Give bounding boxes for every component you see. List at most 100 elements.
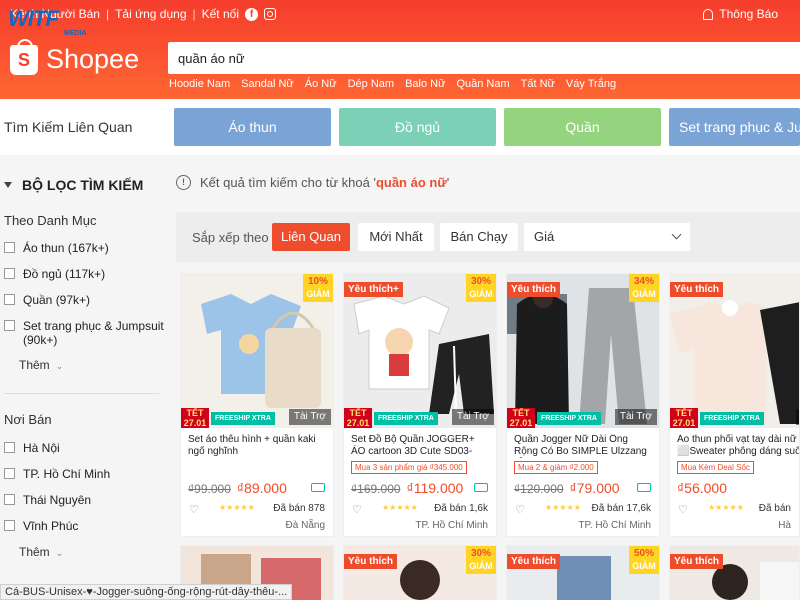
product-name[interactable]: Set Đồ Bộ Quần JOGGER+ ÁO cartoon 3D Cut…	[351, 434, 491, 458]
watermark-logo: WITF MEDIA	[2, 4, 98, 40]
suggestion-link[interactable]: Sandal Nữ	[241, 78, 294, 90]
search-suggestions: Hoodie Nam Sandal Nữ Áo Nữ Dép Nam Balo Nữ Qu…	[169, 78, 627, 90]
product-image[interactable]	[670, 274, 799, 428]
price-sort-select[interactable]: Giá	[524, 223, 690, 251]
checkbox[interactable]	[4, 442, 15, 453]
sold-count: Đã bán	[758, 503, 791, 514]
logo-text: Shopee	[46, 44, 140, 74]
heart-icon[interactable]: ♡	[515, 503, 525, 516]
related-pill-set-trang-phuc[interactable]: Set trang phục & Jumpsuit	[669, 108, 800, 146]
original-price: ₫120.000	[514, 482, 564, 496]
category-option[interactable]: Quần (97k+)	[4, 293, 164, 307]
category-section-title: Theo Danh Mục	[4, 213, 97, 228]
suggestion-link[interactable]: Hoodie Nam	[169, 78, 230, 90]
category-option[interactable]: Áo thun (167k+)	[4, 241, 164, 255]
discount-word: GIẢM	[306, 289, 330, 299]
seller-location: TP. Hồ Chí Minh	[578, 520, 651, 531]
checkbox[interactable]	[4, 242, 15, 253]
category-option[interactable]: Đồ ngủ (117k+)	[4, 267, 164, 281]
product-card[interactable]: Yêu thích 50% GIẢM	[506, 545, 660, 600]
checkbox[interactable]	[4, 494, 15, 505]
related-pill-ao-thun[interactable]: Áo thun	[174, 108, 331, 146]
product-card[interactable]: Yêu thích	[669, 545, 800, 600]
download-app-link[interactable]: Tải ứng dụng	[115, 7, 186, 21]
freeship-badge: FREESHIP XTRA	[211, 412, 275, 425]
checkbox[interactable]	[4, 520, 15, 531]
sort-newest-button[interactable]: Mới Nhất	[358, 223, 434, 251]
instagram-icon[interactable]	[263, 8, 276, 20]
favorite-badge: Yêu thích	[507, 282, 561, 297]
price-row: ₫169.000 ₫119.000	[351, 480, 463, 496]
discount-word: GIẢM	[469, 561, 493, 571]
related-pill-do-ngu[interactable]: Đồ ngủ	[339, 108, 496, 146]
product-name[interactable]: Set áo thêu hình + quần kaki ngố nghĩnh	[188, 434, 328, 458]
location-option[interactable]: Vĩnh Phúc	[4, 519, 164, 533]
truck-icon	[311, 483, 325, 492]
shopee-logo[interactable]: S Shopee	[10, 38, 140, 75]
topbar-right[interactable]: Thông Báo	[703, 7, 778, 21]
sponsored-tag: Tài Trợ	[451, 409, 494, 425]
separator: |	[192, 7, 196, 21]
heart-icon[interactable]: ♡	[189, 503, 199, 516]
filter-sidebar: BỘ LỌC TÌM KIẾM Theo Danh Mục Áo thun (1…	[0, 155, 170, 600]
separator: |	[105, 7, 110, 21]
sale-price: ₫56.000	[677, 480, 728, 496]
product-card[interactable]: 10% GIẢM TẾT 27.01 FREESHIP XTRA Tài Trợ Set …	[180, 273, 334, 537]
search-input[interactable]	[168, 42, 800, 74]
pill-label: Set trang phục & Jumpsuit	[679, 119, 800, 135]
result-suffix: '	[446, 175, 450, 190]
checkbox[interactable]	[4, 468, 15, 479]
suggestion-link[interactable]: Balo Nữ	[405, 78, 445, 90]
category-option[interactable]: Set trang phục & Jumpsuit (90k+)	[4, 319, 164, 347]
sort-bestseller-button[interactable]: Bán Chạy	[440, 223, 518, 251]
option-label: Hà Nội	[23, 441, 60, 455]
heart-icon[interactable]: ♡	[678, 503, 688, 516]
related-searches: Tìm Kiếm Liên Quan Áo thun Đồ ngủ Quần S…	[0, 99, 800, 155]
discount-word: GIẢM	[469, 289, 493, 299]
checkbox[interactable]	[4, 320, 15, 331]
related-pill-quan[interactable]: Quần	[504, 108, 661, 146]
product-card[interactable]: Yêu thích 34% GIẢM TẾT 27.01 FREESHIP XTRA Tà…	[506, 273, 660, 537]
location-option[interactable]: Thái Nguyên	[4, 493, 164, 507]
notification-label[interactable]: Thông Báo	[719, 7, 778, 21]
checkbox[interactable]	[4, 294, 15, 305]
shopping-bag-icon: S	[10, 38, 38, 75]
chevron-down-icon: ⌄	[55, 548, 64, 558]
location-option[interactable]: Hà Nội	[4, 441, 164, 455]
location-more-button[interactable]: Thêm ⌄	[19, 545, 63, 559]
facebook-icon[interactable]: f	[244, 7, 258, 21]
category-more-button[interactable]: Thêm ⌄	[19, 358, 63, 372]
tet-badge: TẾT 27.01	[181, 408, 209, 428]
original-price: ₫169.000	[351, 482, 401, 496]
checkbox[interactable]	[4, 268, 15, 279]
suggestion-link[interactable]: Váy Trắng	[566, 78, 616, 90]
product-card[interactable]: Yêu thích+ 30% GIẢM TẾT 27.01 FREESHIP XTRA T…	[343, 273, 497, 537]
result-query: quần áo nữ	[375, 175, 447, 190]
favorite-badge: Yêu thích+	[344, 282, 403, 297]
chevron-down-icon: ⌄	[55, 361, 64, 371]
discount-value: 10%	[307, 276, 328, 287]
promo-tag: Mua Kèm Deal Sốc	[677, 461, 754, 474]
option-label: Quần (97k+)	[23, 293, 91, 307]
location-option[interactable]: TP. Hồ Chí Minh	[4, 467, 164, 481]
suggestion-link[interactable]: Dép Nam	[348, 78, 394, 90]
sort-relevance-button[interactable]: Liên Quan	[272, 223, 350, 251]
product-card[interactable]: Yêu thích TẾT 27.01FREESHIP XTRA Tài Áo thu…	[669, 273, 800, 537]
suggestion-link[interactable]: Tất Nữ	[521, 78, 555, 90]
pill-label: Áo thun	[228, 119, 277, 135]
product-name[interactable]: Áo thun phối vạt tay dài nữ - ⬜Sweater p…	[677, 434, 799, 458]
discount-value: 50%	[633, 548, 654, 559]
option-label: Thái Nguyên	[23, 493, 92, 507]
freeship-badge: FREESHIP XTRA	[537, 412, 601, 425]
divider	[4, 393, 159, 394]
search-box[interactable]	[168, 42, 800, 74]
product-name[interactable]: Quần Jogger Nữ Dài Ống Rộng Có Bo SIMPLE…	[514, 434, 654, 458]
suggestion-link[interactable]: Quần Nam	[456, 78, 509, 90]
option-label: TP. Hồ Chí Minh	[23, 467, 111, 481]
top-bar: Kênh Người Bán | Tải ứng dụng | Kết nối …	[0, 0, 800, 30]
product-card[interactable]: Yêu thích 30% GIẢM	[343, 545, 497, 600]
discount-badge: 50% GIẢM	[629, 546, 659, 574]
heart-icon[interactable]: ♡	[352, 503, 362, 516]
pill-label: Đồ ngủ	[394, 119, 441, 135]
suggestion-link[interactable]: Áo Nữ	[305, 78, 337, 90]
